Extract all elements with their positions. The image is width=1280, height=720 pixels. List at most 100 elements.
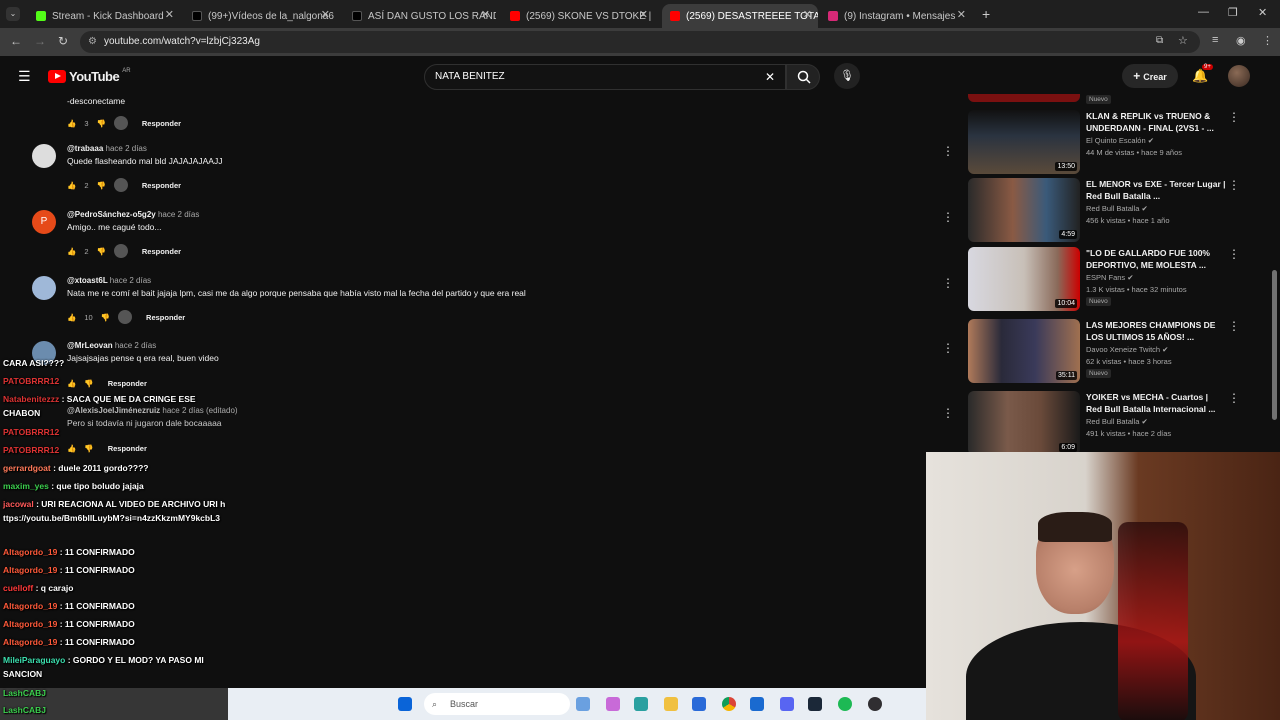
- taskbar-search[interactable]: ⌕ Buscar: [424, 693, 570, 715]
- channel-name[interactable]: El Quinto Escalón ✔: [1086, 136, 1154, 145]
- more-options-icon[interactable]: ⋮: [1228, 110, 1240, 124]
- avatar[interactable]: [1228, 65, 1250, 87]
- reply-button[interactable]: Responder: [142, 247, 181, 256]
- youtube-logo[interactable]: YouTube AR: [48, 68, 131, 84]
- channel-name[interactable]: Red Bull Batalla ✔: [1086, 417, 1148, 426]
- comment-author[interactable]: @trabaaa hace 2 días: [67, 144, 147, 153]
- forward-icon[interactable]: →: [34, 34, 46, 48]
- store-icon[interactable]: [692, 697, 706, 711]
- tab-instagram[interactable]: (9) Instagram • Mensajes ✕: [820, 4, 972, 28]
- search-button[interactable]: [786, 64, 820, 90]
- video-thumbnail[interactable]: 4:59: [968, 178, 1080, 242]
- url-field[interactable]: ⚙ youtube.com/watch?v=lzbjCj323Ag: [80, 31, 1200, 53]
- avatar[interactable]: P: [32, 210, 56, 234]
- maximize-button[interactable]: ❐: [1228, 6, 1238, 19]
- video-thumbnail[interactable]: 10:04: [968, 247, 1080, 311]
- obs-icon[interactable]: [868, 697, 882, 711]
- more-options-icon[interactable]: ⋮: [942, 406, 954, 420]
- video-thumbnail[interactable]: 35:11: [968, 319, 1080, 383]
- dislike-icon[interactable]: 👎: [84, 379, 93, 388]
- video-card[interactable]: 6:09 YOIKER vs MECHA - Cuartos | Red Bul…: [968, 391, 1248, 455]
- comment-author[interactable]: @xtoast6L hace 2 días: [67, 276, 151, 285]
- discord-icon[interactable]: [780, 697, 794, 711]
- video-title[interactable]: YOIKER vs MECHA - Cuartos | Red Bull Bat…: [1086, 391, 1226, 415]
- search-input[interactable]: NATA BENITEZ ✕: [424, 64, 786, 90]
- video-card[interactable]: 4:59 EL MENOR vs EXE - Tercer Lugar | Re…: [968, 178, 1248, 242]
- like-icon[interactable]: 👍: [67, 313, 76, 322]
- create-button[interactable]: + Crear: [1122, 64, 1178, 88]
- avatar[interactable]: [32, 144, 56, 168]
- reply-button[interactable]: Responder: [108, 444, 147, 453]
- like-icon[interactable]: 👍: [67, 181, 76, 190]
- voice-search-button[interactable]: 🎙: [834, 63, 860, 89]
- more-options-icon[interactable]: ⋮: [942, 276, 954, 290]
- chrome-icon[interactable]: [722, 697, 736, 711]
- comment-author[interactable]: @MrLeovan hace 2 días: [67, 341, 156, 350]
- new-tab-button[interactable]: +: [982, 6, 990, 22]
- more-options-icon[interactable]: ⋮: [942, 341, 954, 355]
- dislike-icon[interactable]: 👎: [101, 313, 110, 322]
- spotify-icon[interactable]: [838, 697, 852, 711]
- tab-tiktok-1[interactable]: (99+)Vídeos de la_nalgona6 (@ ✕: [184, 4, 336, 28]
- video-title[interactable]: LAS MEJORES CHAMPIONS DE LOS ULTIMOS 15 …: [1086, 319, 1226, 343]
- like-icon[interactable]: 👍: [67, 379, 76, 388]
- menu-icon[interactable]: ⋮: [1262, 34, 1273, 47]
- clear-search-icon[interactable]: ✕: [765, 65, 775, 89]
- edge-icon[interactable]: [634, 697, 648, 711]
- outlook-icon[interactable]: [750, 697, 764, 711]
- notifications-button[interactable]: 🔔 9+: [1192, 64, 1213, 84]
- reply-button[interactable]: Responder: [142, 119, 181, 128]
- file-explorer-icon[interactable]: [664, 697, 678, 711]
- video-card[interactable]: 10:04 "LO DE GALLARDO FUE 100% DEPORTIVO…: [968, 247, 1248, 311]
- video-card[interactable]: 13:50 KLAN & REPLIK vs TRUENO & UNDERDAN…: [968, 110, 1248, 174]
- widgets-icon[interactable]: [576, 697, 590, 711]
- minimize-button[interactable]: —: [1198, 6, 1209, 18]
- site-info-icon[interactable]: ⚙: [88, 31, 97, 53]
- bookmark-star-icon[interactable]: ☆: [1178, 34, 1188, 47]
- reply-button[interactable]: Responder: [108, 379, 147, 388]
- channel-name[interactable]: Davoo Xeneize Twitch ✔: [1086, 345, 1168, 354]
- hamburger-menu-icon[interactable]: ☰: [18, 68, 31, 85]
- video-card[interactable]: 35:11 LAS MEJORES CHAMPIONS DE LOS ULTIM…: [968, 319, 1248, 383]
- windows-start-icon[interactable]: [398, 697, 412, 711]
- reply-button[interactable]: Responder: [146, 313, 185, 322]
- sidebar-top-thumb[interactable]: [968, 94, 1080, 102]
- channel-name[interactable]: ESPN Fans ✔: [1086, 273, 1134, 282]
- close-icon[interactable]: ✕: [321, 8, 330, 21]
- close-icon[interactable]: ✕: [803, 8, 812, 21]
- like-icon[interactable]: 👍: [67, 247, 76, 256]
- scrollbar-thumb[interactable]: [1272, 270, 1277, 420]
- channel-name[interactable]: Red Bull Batalla ✔: [1086, 204, 1148, 213]
- like-icon[interactable]: 👍: [67, 444, 76, 453]
- extensions-icon[interactable]: ≡: [1212, 34, 1218, 46]
- comment-author[interactable]: @PedroSánchez-o5g2y hace 2 días: [67, 210, 199, 219]
- video-thumbnail[interactable]: 6:09: [968, 391, 1080, 455]
- close-icon[interactable]: ✕: [639, 8, 648, 21]
- install-icon[interactable]: ⧉: [1156, 35, 1163, 46]
- video-title[interactable]: KLAN & REPLIK vs TRUENO & UNDERDANN - FI…: [1086, 110, 1226, 134]
- like-icon[interactable]: 👍: [67, 119, 76, 128]
- tab-kick[interactable]: Stream - Kick Dashboard ✕: [28, 4, 180, 28]
- more-options-icon[interactable]: ⋮: [1228, 319, 1240, 333]
- more-options-icon[interactable]: ⋮: [1228, 391, 1240, 405]
- tab-youtube-active[interactable]: (2569) DESASTREEEE TOTAL / B✕: [662, 4, 818, 28]
- copilot-icon[interactable]: [606, 697, 620, 711]
- reply-button[interactable]: Responder: [142, 181, 181, 190]
- tab-youtube-1[interactable]: (2569) SKONE VS DTOKE | FMS✕: [502, 4, 654, 28]
- reload-icon[interactable]: ↻: [58, 34, 68, 48]
- video-thumbnail[interactable]: 13:50: [968, 110, 1080, 174]
- more-options-icon[interactable]: ⋮: [1228, 247, 1240, 261]
- dislike-icon[interactable]: 👎: [84, 444, 93, 453]
- close-icon[interactable]: ✕: [957, 8, 966, 21]
- profile-icon[interactable]: ◉: [1236, 34, 1246, 47]
- more-options-icon[interactable]: ⋮: [942, 210, 954, 224]
- tab-tiktok-2[interactable]: ASÍ DAN GUSTO LOS RANDOM✕: [344, 4, 496, 28]
- close-icon[interactable]: ✕: [481, 8, 490, 21]
- tab-search-icon[interactable]: ⌄: [6, 7, 20, 21]
- dislike-icon[interactable]: 👎: [97, 119, 106, 128]
- dislike-icon[interactable]: 👎: [97, 247, 106, 256]
- more-options-icon[interactable]: ⋮: [942, 144, 954, 158]
- dislike-icon[interactable]: 👎: [97, 181, 106, 190]
- video-title[interactable]: "LO DE GALLARDO FUE 100% DEPORTIVO, ME M…: [1086, 247, 1226, 271]
- close-icon[interactable]: ✕: [165, 8, 174, 21]
